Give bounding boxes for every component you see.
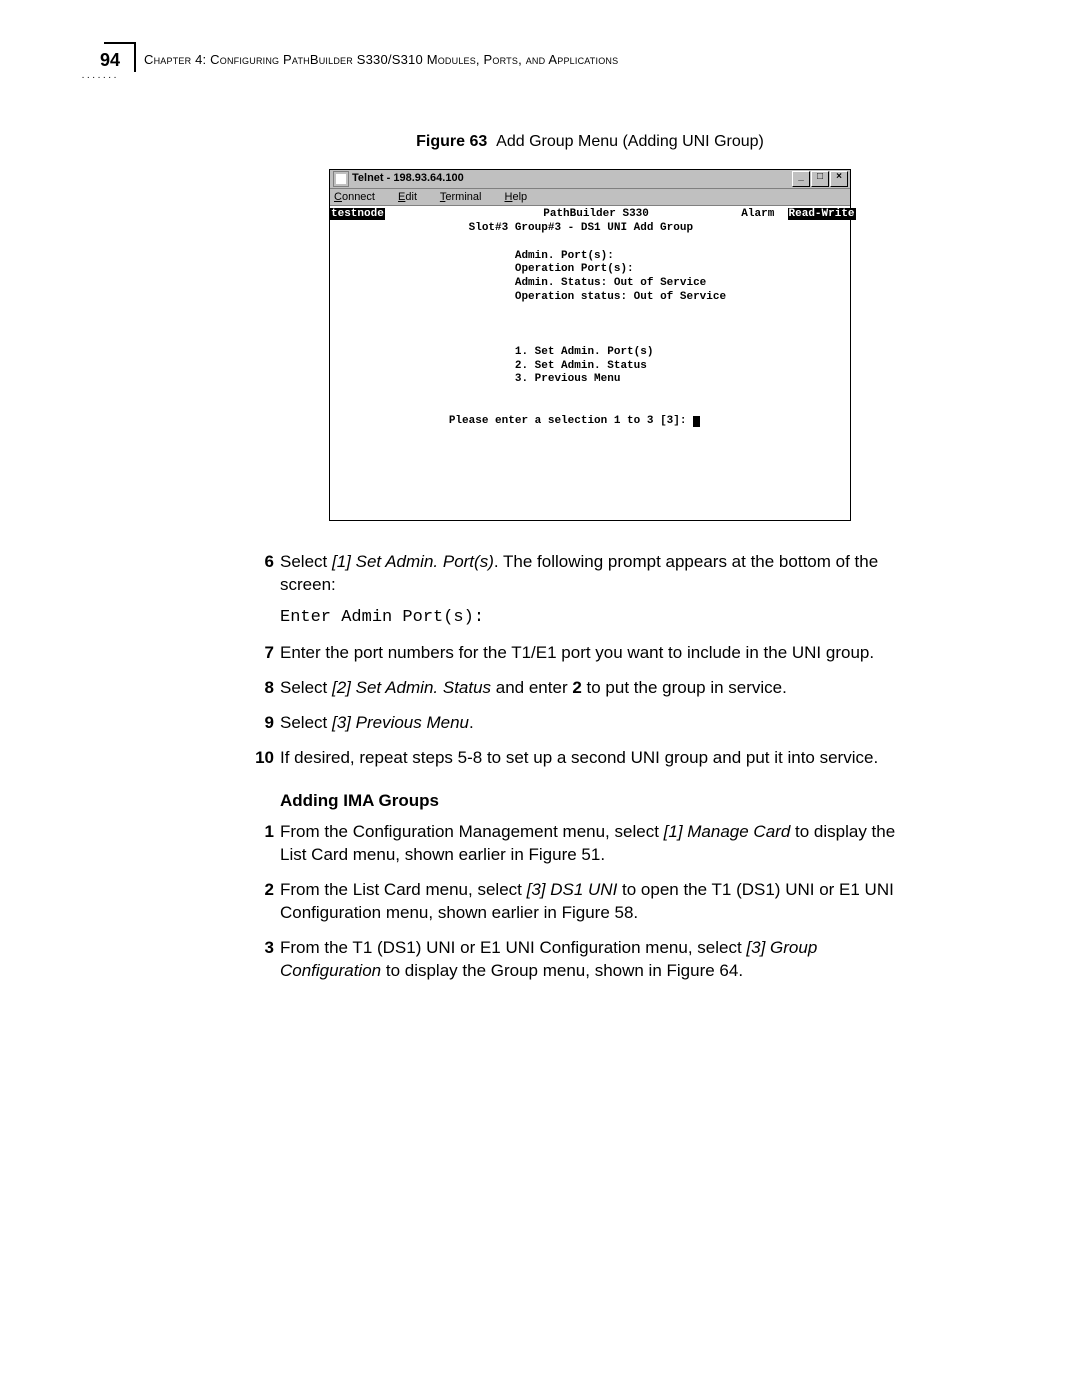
hostname: testnode	[330, 208, 385, 220]
menu-bar: Connect Edit Terminal Help	[330, 189, 850, 207]
page-number: 94	[100, 50, 120, 70]
list-item: 6 Select [1] Set Admin. Port(s). The fol…	[280, 551, 900, 630]
list-item: 1 From the Configuration Management menu…	[280, 821, 900, 867]
cursor-icon	[693, 416, 700, 427]
steps-list-b: 1 From the Configuration Management menu…	[280, 821, 900, 983]
terminal-body[interactable]: testnode PathBuilder S330 Alarm Read-Wri…	[330, 206, 850, 520]
list-item: 9 Select [3] Previous Menu.	[280, 712, 900, 735]
steps-list-a: 6 Select [1] Set Admin. Port(s). The fol…	[280, 551, 900, 770]
chapter-title: Chapter 4: Configuring PathBuilder S330/…	[128, 50, 618, 67]
minimize-button[interactable]: _	[792, 171, 810, 187]
subheading: Adding IMA Groups	[280, 790, 900, 813]
figure-caption: Figure 63 Add Group Menu (Adding UNI Gro…	[280, 131, 900, 153]
menu-edit[interactable]: Edit	[398, 191, 427, 203]
list-item: 2 From the List Card menu, select [3] DS…	[280, 879, 900, 925]
close-button[interactable]: ×	[830, 171, 848, 187]
figure-caption-text: Add Group Menu (Adding UNI Group)	[496, 133, 764, 150]
list-item: 10 If desired, repeat steps 5-8 to set u…	[280, 747, 900, 770]
page-number-cell: 94 ·······	[70, 50, 128, 71]
mode-badge: Read-Write	[788, 208, 856, 220]
terminal-icon	[333, 171, 349, 187]
figure-label: Figure 63	[416, 133, 487, 150]
telnet-window: Telnet - 198.93.64.100 _ □ × Connect Edi…	[329, 169, 851, 522]
window-title: Telnet - 198.93.64.100	[352, 171, 791, 186]
maximize-button[interactable]: □	[811, 171, 829, 187]
code-line: Enter Admin Port(s):	[280, 607, 900, 630]
list-item: 7 Enter the port numbers for the T1/E1 p…	[280, 642, 900, 665]
menu-help[interactable]: Help	[505, 191, 538, 203]
window-controls: _ □ ×	[791, 171, 850, 187]
page-header: 94 ······· Chapter 4: Configuring PathBu…	[70, 50, 1000, 71]
list-item: 3 From the T1 (DS1) UNI or E1 UNI Config…	[280, 937, 900, 983]
menu-terminal[interactable]: Terminal	[440, 191, 492, 203]
titlebar: Telnet - 198.93.64.100 _ □ ×	[330, 170, 850, 189]
decorative-dots: ·······	[70, 72, 130, 83]
menu-connect[interactable]: Connect	[334, 191, 385, 203]
page: 94 ······· Chapter 4: Configuring PathBu…	[0, 0, 1080, 1195]
list-item: 8 Select [2] Set Admin. Status and enter…	[280, 677, 900, 700]
content-area: Figure 63 Add Group Menu (Adding UNI Gro…	[280, 131, 900, 983]
